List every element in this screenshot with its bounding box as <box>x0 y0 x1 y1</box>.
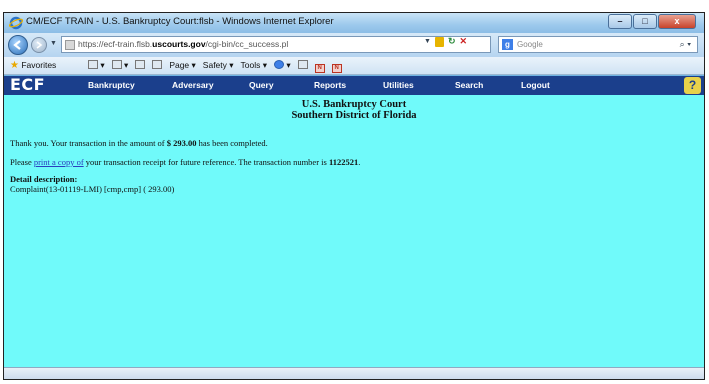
home-icon <box>88 60 98 69</box>
browser-window: CM/ECF TRAIN - U.S. Bankruptcy Court:fls… <box>3 12 705 380</box>
address-bar-row: ▼ https://ecf-train.flsb.uscourts.gov/cg… <box>4 33 704 57</box>
print-button[interactable] <box>152 60 163 73</box>
court-heading: U.S. Bankruptcy Court Southern District … <box>4 99 704 121</box>
favorites-label: Favorites <box>21 60 57 70</box>
search-icon[interactable]: ⌕ ▾ <box>680 37 691 52</box>
completion-message: Thank you. Your transaction in the amoun… <box>10 138 268 148</box>
internet-explorer-icon <box>9 16 23 30</box>
status-bar <box>4 367 704 379</box>
menu-query[interactable]: Query <box>249 80 274 90</box>
court-name: U.S. Bankruptcy Court <box>301 99 407 110</box>
menu-utilities[interactable]: Utilities <box>383 80 414 90</box>
address-tools: ▼ ↻ ✕ <box>424 36 467 48</box>
menu-logout[interactable]: Logout <box>521 80 550 90</box>
url-path: /cgi-bin/cc_success.pl <box>205 39 289 49</box>
transaction-amount: $ 293.00 <box>166 138 197 148</box>
detail-description: Complaint(13-01119-LMI) [cmp,cmp] ( 293.… <box>10 184 175 194</box>
receipt-text-prefix: Please <box>10 157 34 167</box>
ecf-menu-bar: ECF Bankruptcy Adversary Query Reports U… <box>4 75 704 95</box>
addon-n-icon: N <box>314 64 325 73</box>
help-menu[interactable]: ▾ <box>274 60 291 73</box>
home-dropdown: ▾ <box>100 60 105 70</box>
help-dropdown: ▾ <box>286 60 291 70</box>
court-district: Southern District of Florida <box>291 110 417 121</box>
addon-n2-button[interactable]: N <box>331 60 342 73</box>
minimize-button[interactable]: – <box>608 14 632 29</box>
printer-icon <box>152 60 163 69</box>
transaction-number: 1122521 <box>328 157 359 167</box>
refresh-icon[interactable]: ↻ <box>448 36 456 48</box>
forward-button[interactable] <box>31 37 47 53</box>
url-prefix: https://ecf-train.flsb. <box>78 39 153 49</box>
back-button[interactable] <box>8 35 28 55</box>
stop-icon[interactable]: ✕ <box>459 36 467 48</box>
addon-n-button[interactable]: N <box>314 60 325 73</box>
page-content: U.S. Bankruptcy Court Southern District … <box>4 95 704 367</box>
receipt-message: Please print a copy of your transaction … <box>10 157 360 167</box>
window-controls: – □ x <box>607 14 696 29</box>
menu-reports[interactable]: Reports <box>314 80 346 90</box>
lock-icon[interactable] <box>434 37 444 47</box>
print-receipt-link[interactable]: print a copy of <box>34 157 84 167</box>
tools-menu[interactable]: Tools ▾ <box>241 60 267 73</box>
mail-icon <box>135 60 146 69</box>
favorites-button[interactable]: ★ Favorites <box>10 60 56 71</box>
arrow-left-icon <box>13 40 21 50</box>
rss-icon <box>111 60 122 69</box>
safety-menu[interactable]: Safety ▾ <box>203 60 234 73</box>
mail-button[interactable] <box>135 60 146 73</box>
receipt-text-end: . <box>358 157 361 167</box>
addon-n2-icon: N <box>331 64 342 73</box>
receipt-text-middle: your transaction receipt for future refe… <box>83 157 329 167</box>
feeds-dropdown: ▾ <box>124 60 129 70</box>
research-button[interactable] <box>297 60 308 73</box>
google-icon: g <box>502 39 513 50</box>
menu-bankruptcy[interactable]: Bankruptcy <box>88 80 135 90</box>
command-bar: ★ Favorites ▾ ▾ Page ▾ Safety ▾ Tools ▾ … <box>4 57 704 75</box>
arrow-right-icon <box>36 41 43 49</box>
history-dropdown-icon[interactable]: ▼ <box>50 40 57 47</box>
research-icon <box>297 60 308 69</box>
close-button[interactable]: x <box>658 14 696 29</box>
window-title: CM/ECF TRAIN - U.S. Bankruptcy Court:fls… <box>26 16 334 27</box>
detail-heading: Detail description: <box>10 174 78 184</box>
home-button[interactable]: ▾ <box>88 60 105 73</box>
star-icon: ★ <box>10 60 19 71</box>
menu-adversary[interactable]: Adversary <box>172 80 214 90</box>
completion-text-prefix: Thank you. Your transaction in the amoun… <box>10 138 167 148</box>
page-menu[interactable]: Page ▾ <box>169 60 195 73</box>
search-placeholder: Google <box>517 40 543 49</box>
url-domain: uscourts.gov <box>152 39 206 49</box>
search-input[interactable]: g Google ⌕ ▾ <box>498 36 698 53</box>
help-circle-icon <box>274 60 285 69</box>
address-dropdown-icon[interactable]: ▼ <box>424 36 431 48</box>
menu-search[interactable]: Search <box>455 80 483 90</box>
feeds-button[interactable]: ▾ <box>111 60 129 73</box>
completion-text-suffix: has been completed. <box>196 138 268 148</box>
ecf-logo[interactable]: ECF <box>10 75 45 94</box>
help-icon[interactable]: ? <box>684 77 701 94</box>
maximize-button[interactable]: □ <box>633 14 657 29</box>
title-bar: CM/ECF TRAIN - U.S. Bankruptcy Court:fls… <box>4 13 704 33</box>
page-favicon-icon <box>65 40 75 50</box>
command-items: ▾ ▾ Page ▾ Safety ▾ Tools ▾ ▾ N N <box>88 60 342 73</box>
